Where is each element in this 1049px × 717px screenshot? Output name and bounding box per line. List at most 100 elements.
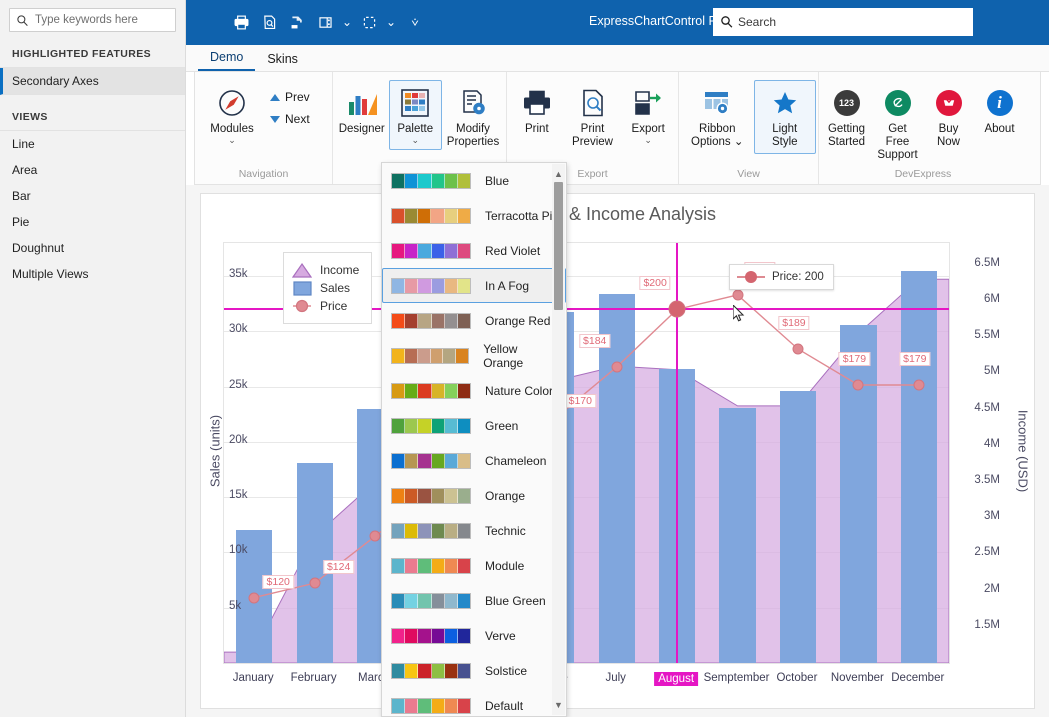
palette-item-module[interactable]: Module (382, 548, 566, 583)
sidebar-item-bar[interactable]: Bar (0, 183, 185, 209)
palette-item-nature-colors[interactable]: Nature Colors (382, 373, 566, 408)
price-point[interactable] (792, 343, 804, 355)
chevron-down-icon[interactable]: ⌄ (340, 9, 354, 35)
print-icon[interactable] (228, 9, 254, 35)
chevron-down-icon[interactable]: ⌄ (228, 136, 236, 145)
next-button[interactable]: Next (270, 112, 310, 126)
keywords-search-placeholder: Type keywords here (35, 14, 138, 26)
sidebar-item-multiple-views[interactable]: Multiple Views (0, 261, 185, 287)
getting-started-label: Getting Started (827, 123, 866, 148)
y-axis-right-label: Income (USD) (1015, 409, 1031, 493)
palette-item-orange[interactable]: Orange (382, 478, 566, 513)
about-button[interactable]: i About (974, 80, 1025, 141)
sidebar-item-pie[interactable]: Pie (0, 209, 185, 235)
y-tick-left: 10k (229, 544, 248, 557)
palette-button[interactable]: Palette ⌄ (388, 80, 442, 150)
customize-qat-icon[interactable]: ⩒ (408, 9, 422, 35)
print-button[interactable]: Print (509, 80, 565, 141)
palette-item-blue[interactable]: Blue (382, 163, 566, 198)
chevron-down-icon[interactable]: ⌄ (411, 136, 419, 145)
price-point[interactable] (309, 577, 321, 589)
scroll-down-arrow-icon[interactable]: ▼ (554, 697, 563, 713)
prev-button[interactable]: Prev (270, 90, 310, 104)
selection-icon[interactable] (356, 9, 382, 35)
palette-item-yellow-orange[interactable]: Yellow Orange (382, 338, 566, 373)
ribbon-group-navigation: Modules ⌄ Prev Next Navigation (195, 72, 333, 184)
palette-dropdown-menu[interactable]: Blue Terracotta Pie Red Violet In A Fog Oran… (381, 162, 567, 717)
ribbon-options-button[interactable]: Ribbon Options ⌄ (681, 80, 753, 154)
tab-skins[interactable]: Skins (255, 48, 310, 71)
price-point[interactable] (369, 530, 381, 542)
tab-demo[interactable]: Demo (198, 46, 256, 71)
sidebar-item-area[interactable]: Area (0, 157, 185, 183)
palette-item-label: Default (485, 698, 524, 713)
scrollbar-thumb[interactable] (554, 182, 563, 310)
palette-item-blue-green[interactable]: Blue Green (382, 583, 566, 618)
palette-list[interactable]: Blue Terracotta Pie Red Violet In A Fog Oran… (382, 163, 566, 716)
palette-item-green[interactable]: Green (382, 408, 566, 443)
chevron-down-icon[interactable]: ⌄ (384, 9, 398, 35)
y-tick-right: 3M (984, 510, 1000, 523)
palette-swatch (391, 487, 471, 504)
palette-scrollbar[interactable]: ▲ ▼ (552, 164, 565, 715)
light-style-label: Light Style (771, 123, 798, 148)
search-icon (17, 14, 28, 26)
sidebar-item-line[interactable]: Line (0, 131, 185, 157)
sidebar-item-secondary-axes[interactable]: Secondary Axes (0, 68, 185, 95)
export-icon[interactable] (284, 9, 310, 35)
modify-properties-button[interactable]: Modify Properties (442, 80, 504, 154)
content-area: Sales & Income Analysis $120$124$137$150… (186, 185, 1049, 717)
price-point[interactable] (732, 289, 744, 301)
ribbon-group-devexpress: 123 Getting Started Get Free Support Buy… (819, 72, 1027, 184)
palette-swatch (391, 592, 471, 609)
palette-item-verve[interactable]: Verve (382, 618, 566, 653)
palette-item-solstice[interactable]: Solstice (382, 653, 566, 688)
chevron-down-icon[interactable]: ⌄ (734, 136, 744, 148)
palette-item-terracotta-pie[interactable]: Terracotta Pie (382, 198, 566, 233)
palette-swatch (391, 417, 471, 434)
palette-item-label: Chameleon (485, 453, 547, 468)
tooltip-label: Price: 200 (772, 271, 824, 283)
y-tick-right: 6M (984, 292, 1000, 305)
prev-label: Prev (285, 90, 310, 104)
printer-icon (522, 85, 552, 121)
keywords-search-input[interactable]: Type keywords here (9, 8, 176, 32)
palette-item-technic[interactable]: Technic (382, 513, 566, 548)
getting-started-button[interactable]: 123 Getting Started (821, 80, 872, 154)
chevron-down-icon[interactable]: ⌄ (644, 136, 652, 145)
price-point-label: $124 (322, 560, 355, 575)
light-style-button[interactable]: Light Style (753, 80, 816, 154)
y-tick-right: 6.5M (974, 256, 1000, 269)
palette-item-red-violet[interactable]: Red Violet (382, 233, 566, 268)
scroll-up-arrow-icon[interactable]: ▲ (554, 166, 563, 182)
sidebar-item-doughnut[interactable]: Doughnut (0, 235, 185, 261)
palette-item-default[interactable]: Default (382, 688, 566, 716)
palette-swatch (391, 312, 471, 329)
palette-item-label: Red Violet (485, 243, 541, 258)
search-input[interactable]: Search (713, 8, 973, 36)
palette-item-label: Terracotta Pie (484, 208, 560, 223)
palette-swatch (391, 347, 470, 364)
layout-icon[interactable] (312, 9, 338, 35)
palette-item-orange-red[interactable]: Orange Red (382, 303, 566, 338)
buy-now-button[interactable]: Buy Now (923, 80, 974, 154)
price-point[interactable] (668, 300, 686, 318)
y-tick-right: 3.5M (974, 473, 1000, 486)
palette-swatch (391, 522, 471, 539)
chart-designer-icon (346, 85, 378, 121)
ribbon-body: Modules ⌄ Prev Next Navigation Designer … (194, 72, 1041, 185)
designer-button[interactable]: Designer (335, 80, 389, 141)
export-button[interactable]: Export ⌄ (620, 80, 676, 150)
circle-icon (293, 299, 311, 313)
print-preview-icon[interactable] (256, 9, 282, 35)
price-point[interactable] (611, 361, 623, 373)
modules-button[interactable]: Modules ⌄ (201, 80, 263, 150)
palette-item-chameleon[interactable]: Chameleon (382, 443, 566, 478)
ribbon: Demo Skins Modules ⌄ Prev Next Navigatio… (186, 45, 1049, 185)
y-tick-left: 5k (229, 599, 242, 612)
palette-item-in-a-fog[interactable]: In A Fog (382, 268, 566, 303)
get-free-support-button[interactable]: Get Free Support (872, 80, 923, 167)
palette-item-label: Verve (485, 628, 516, 643)
print-preview-button[interactable]: Print Preview (565, 80, 621, 154)
palette-item-label: Yellow Orange (483, 341, 524, 370)
